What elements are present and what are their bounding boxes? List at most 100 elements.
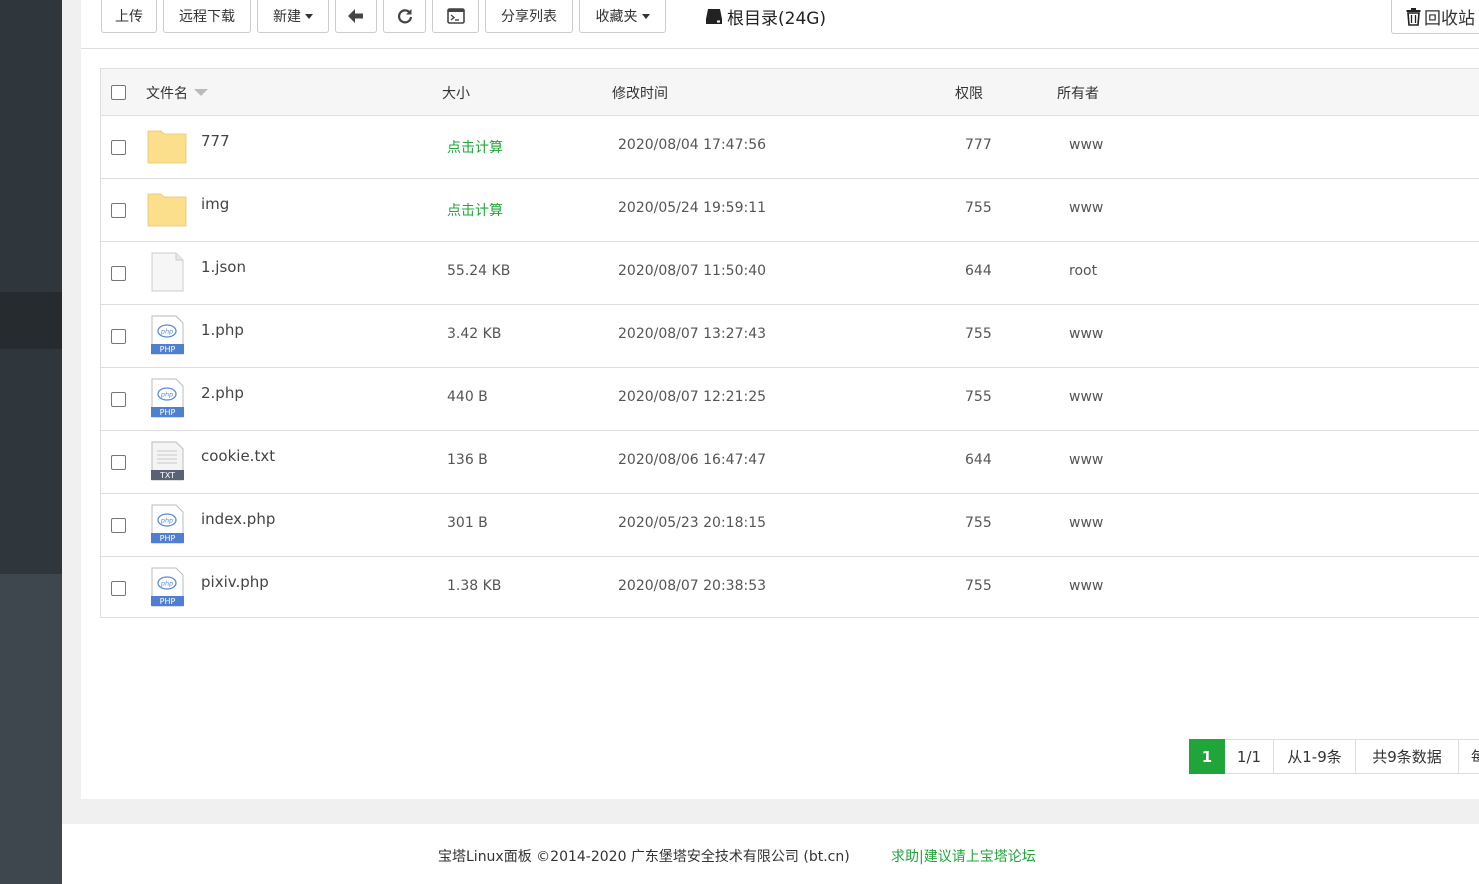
row-checkbox[interactable] bbox=[111, 203, 126, 218]
copyright-text: 宝塔Linux面板 ©2014-2020 广东堡塔安全技术有限公司 (bt.cn… bbox=[438, 849, 850, 865]
owner[interactable]: www bbox=[1069, 200, 1103, 216]
favorites-button[interactable]: 收藏夹 bbox=[579, 0, 666, 33]
permission[interactable]: 644 bbox=[965, 452, 992, 468]
upload-button[interactable]: 上传 bbox=[101, 0, 157, 33]
php-file-icon: php PHP bbox=[151, 378, 184, 418]
row-checkbox[interactable] bbox=[111, 329, 126, 344]
file-size: 440 B bbox=[447, 389, 488, 405]
permission[interactable]: 755 bbox=[965, 326, 992, 342]
svg-text:PHP: PHP bbox=[160, 408, 176, 417]
table-row[interactable]: 1.json 55.24 KB 2020/08/07 11:50:40 644 root bbox=[101, 242, 1479, 305]
modified-time: 2020/08/07 13:27:43 bbox=[618, 326, 767, 342]
file-name[interactable]: 1.json bbox=[201, 258, 246, 276]
new-button[interactable]: 新建 bbox=[257, 0, 329, 33]
refresh-button[interactable] bbox=[383, 0, 426, 33]
header-mtime[interactable]: 修改时间 bbox=[612, 83, 668, 103]
page-1-button[interactable]: 1 bbox=[1189, 739, 1225, 774]
terminal-icon bbox=[446, 8, 465, 24]
folder-icon bbox=[147, 193, 187, 227]
root-dir-label[interactable]: 根目录(24G) bbox=[705, 4, 826, 29]
sort-icon bbox=[194, 89, 208, 96]
permission[interactable]: 755 bbox=[965, 515, 992, 531]
refresh-icon bbox=[397, 9, 412, 24]
table-row[interactable]: TXT cookie.txt 136 B 2020/08/06 16:47:47 644… bbox=[101, 431, 1479, 494]
caret-down-icon bbox=[641, 13, 650, 19]
file-icon bbox=[151, 252, 184, 292]
recycle-bin-label: 回收站 bbox=[1424, 9, 1475, 29]
total-count: 共9条数据 bbox=[1356, 739, 1459, 774]
sidebar-item-active[interactable] bbox=[0, 292, 62, 349]
table-row[interactable]: img 点击计算 2020/05/24 19:59:11 755 www bbox=[101, 179, 1479, 242]
svg-text:PHP: PHP bbox=[160, 597, 176, 606]
permission[interactable]: 755 bbox=[965, 578, 992, 594]
permission[interactable]: 755 bbox=[965, 200, 992, 216]
table-row[interactable]: php PHP index.php 301 B 2020/05/23 20:18:15 7… bbox=[101, 494, 1479, 557]
row-checkbox[interactable] bbox=[111, 140, 126, 155]
permission[interactable]: 644 bbox=[965, 263, 992, 279]
folder-icon bbox=[147, 130, 187, 164]
disk-icon bbox=[706, 9, 722, 24]
share-list-button[interactable]: 分享列表 bbox=[485, 0, 573, 33]
file-name[interactable]: img bbox=[201, 195, 229, 213]
footer: 宝塔Linux面板 ©2014-2020 广东堡塔安全技术有限公司 (bt.cn… bbox=[62, 824, 1479, 884]
file-name[interactable]: pixiv.php bbox=[201, 573, 269, 591]
remote-download-label: 远程下载 bbox=[179, 9, 235, 25]
header-name[interactable]: 文件名 bbox=[146, 83, 208, 103]
row-checkbox[interactable] bbox=[111, 266, 126, 281]
svg-text:TXT: TXT bbox=[159, 471, 175, 480]
file-manager-panel: 上传 远程下载 新建 分享列表 收藏夹 根目录(24G) 回收站 文件名 大小 … bbox=[81, 0, 1479, 799]
permission[interactable]: 755 bbox=[965, 389, 992, 405]
php-file-icon: php PHP bbox=[151, 315, 184, 355]
select-all-checkbox[interactable] bbox=[111, 85, 126, 100]
header-permission[interactable]: 权限 bbox=[955, 83, 983, 103]
php-file-icon: php PHP bbox=[151, 567, 184, 607]
file-name[interactable]: index.php bbox=[201, 510, 275, 528]
txt-file-icon: TXT bbox=[151, 441, 184, 481]
owner[interactable]: www bbox=[1069, 515, 1103, 531]
page-count: 1/1 bbox=[1225, 739, 1274, 774]
owner[interactable]: www bbox=[1069, 326, 1103, 342]
modified-time: 2020/05/24 19:59:11 bbox=[618, 200, 767, 216]
modified-time: 2020/05/23 20:18:15 bbox=[618, 515, 767, 531]
table-row[interactable]: php PHP 1.php 3.42 KB 2020/08/07 13:27:43 755… bbox=[101, 305, 1479, 368]
table-row[interactable]: php PHP 2.php 440 B 2020/08/07 12:21:25 755 ww… bbox=[101, 368, 1479, 431]
file-name[interactable]: 2.php bbox=[201, 384, 244, 402]
root-dir-text: 根目录(24G) bbox=[727, 9, 827, 29]
table-row[interactable]: 777 点击计算 2020/08/04 17:47:56 777 www bbox=[101, 116, 1479, 179]
modified-time: 2020/08/07 20:38:53 bbox=[618, 578, 767, 594]
row-checkbox[interactable] bbox=[111, 518, 126, 533]
forum-help-link[interactable]: 求助|建议请上宝塔论坛 bbox=[891, 846, 1036, 866]
table-row[interactable]: php PHP pixiv.php 1.38 KB 2020/08/07 20:38:5… bbox=[101, 557, 1479, 620]
file-name[interactable]: cookie.txt bbox=[201, 447, 275, 465]
per-page-select[interactable]: 每 bbox=[1459, 739, 1479, 774]
file-size: 1.38 KB bbox=[447, 578, 502, 594]
owner[interactable]: www bbox=[1069, 389, 1103, 405]
owner[interactable]: www bbox=[1069, 578, 1103, 594]
file-size: 301 B bbox=[447, 515, 488, 531]
svg-text:php: php bbox=[160, 517, 173, 525]
back-button[interactable] bbox=[335, 0, 377, 33]
permission[interactable]: 777 bbox=[965, 137, 992, 153]
upload-label: 上传 bbox=[115, 9, 143, 25]
svg-text:php: php bbox=[160, 391, 173, 399]
modified-time: 2020/08/04 17:47:56 bbox=[618, 137, 767, 153]
file-name[interactable]: 1.php bbox=[201, 321, 244, 339]
modified-time: 2020/08/07 11:50:40 bbox=[618, 263, 767, 279]
owner[interactable]: www bbox=[1069, 137, 1103, 153]
header-size[interactable]: 大小 bbox=[442, 83, 470, 103]
owner[interactable]: root bbox=[1069, 263, 1097, 279]
owner[interactable]: www bbox=[1069, 452, 1103, 468]
php-file-icon: php PHP bbox=[151, 504, 184, 544]
row-checkbox[interactable] bbox=[111, 392, 126, 407]
svg-text:PHP: PHP bbox=[160, 534, 176, 543]
calc-size-link[interactable]: 点击计算 bbox=[447, 137, 503, 157]
recycle-bin-button[interactable]: 回收站 bbox=[1391, 0, 1479, 34]
remote-download-button[interactable]: 远程下载 bbox=[163, 0, 251, 33]
calc-size-link[interactable]: 点击计算 bbox=[447, 200, 503, 220]
row-checkbox[interactable] bbox=[111, 581, 126, 596]
terminal-button[interactable] bbox=[432, 0, 479, 33]
modified-time: 2020/08/06 16:47:47 bbox=[618, 452, 767, 468]
file-name[interactable]: 777 bbox=[201, 132, 230, 150]
header-owner[interactable]: 所有者 bbox=[1057, 83, 1099, 103]
row-checkbox[interactable] bbox=[111, 455, 126, 470]
